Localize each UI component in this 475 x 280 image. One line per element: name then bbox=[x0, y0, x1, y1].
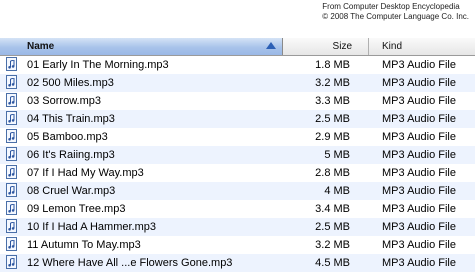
sort-ascending-icon bbox=[266, 42, 276, 49]
file-kind: MP3 Audio File bbox=[382, 221, 456, 233]
file-kind: MP3 Audio File bbox=[382, 95, 456, 107]
file-row[interactable]: 06 It's Raiing.mp3 5 MB MP3 Audio File bbox=[0, 146, 475, 164]
file-name: 02 500 Miles.mp3 bbox=[27, 77, 114, 89]
attribution-line-1: From Computer Desktop Encyclopedia bbox=[322, 2, 460, 11]
file-name: 04 This Train.mp3 bbox=[27, 113, 115, 125]
music-file-icon bbox=[6, 237, 17, 251]
attribution: From Computer Desktop Encyclopedia © 200… bbox=[322, 2, 469, 22]
file-kind: MP3 Audio File bbox=[382, 149, 456, 161]
music-file-icon bbox=[6, 165, 17, 179]
file-name: 08 Cruel War.mp3 bbox=[27, 185, 116, 197]
file-row[interactable]: 05 Bamboo.mp3 2.9 MB MP3 Audio File bbox=[0, 128, 475, 146]
column-header-size[interactable]: Size bbox=[283, 38, 369, 55]
file-row[interactable]: 12 Where Have All ...e Flowers Gone.mp3 … bbox=[0, 254, 475, 272]
file-size: 2.5 MB bbox=[315, 113, 350, 125]
file-row[interactable]: 10 If I Had A Hammer.mp3 2.5 MB MP3 Audi… bbox=[0, 218, 475, 236]
file-rows: 01 Early In The Morning.mp3 1.8 MB MP3 A… bbox=[0, 56, 475, 272]
file-name: 03 Sorrow.mp3 bbox=[27, 95, 101, 107]
file-name: 01 Early In The Morning.mp3 bbox=[27, 59, 169, 71]
file-size: 3.2 MB bbox=[315, 77, 350, 89]
column-header-kind-label: Kind bbox=[382, 41, 403, 52]
file-kind: MP3 Audio File bbox=[382, 185, 456, 197]
file-name: 11 Autumn To May.mp3 bbox=[27, 239, 141, 251]
file-row[interactable]: 04 This Train.mp3 2.5 MB MP3 Audio File bbox=[0, 110, 475, 128]
file-size: 1.8 MB bbox=[315, 59, 350, 71]
file-kind: MP3 Audio File bbox=[382, 131, 456, 143]
file-name: 12 Where Have All ...e Flowers Gone.mp3 bbox=[27, 257, 233, 269]
column-header-name-label: Name bbox=[27, 41, 55, 52]
file-size: 2.8 MB bbox=[315, 167, 350, 179]
file-row[interactable]: 08 Cruel War.mp3 4 MB MP3 Audio File bbox=[0, 182, 475, 200]
file-kind: MP3 Audio File bbox=[382, 77, 456, 89]
file-list-view: Name Size Kind 01 Early In The Morning.m… bbox=[0, 38, 475, 280]
file-size: 3.2 MB bbox=[315, 239, 350, 251]
music-file-icon bbox=[6, 219, 17, 233]
music-file-icon bbox=[6, 93, 17, 107]
file-row[interactable]: 07 If I Had My Way.mp3 2.8 MB MP3 Audio … bbox=[0, 164, 475, 182]
file-name: 09 Lemon Tree.mp3 bbox=[27, 203, 126, 215]
file-name: 07 If I Had My Way.mp3 bbox=[27, 167, 144, 179]
music-file-icon bbox=[6, 111, 17, 125]
file-size: 4 MB bbox=[324, 185, 350, 197]
file-size: 2.9 MB bbox=[315, 131, 350, 143]
file-size: 4.5 MB bbox=[315, 257, 350, 269]
column-header-size-label: Size bbox=[332, 41, 352, 52]
file-size: 3.4 MB bbox=[315, 203, 350, 215]
file-row[interactable]: 09 Lemon Tree.mp3 3.4 MB MP3 Audio File bbox=[0, 200, 475, 218]
column-header-bar: Name Size Kind bbox=[0, 38, 475, 56]
file-row[interactable]: 03 Sorrow.mp3 3.3 MB MP3 Audio File bbox=[0, 92, 475, 110]
file-kind: MP3 Audio File bbox=[382, 167, 456, 179]
file-name: 06 It's Raiing.mp3 bbox=[27, 149, 115, 161]
attribution-line-2: © 2008 The Computer Language Co. Inc. bbox=[322, 12, 469, 21]
music-file-icon bbox=[6, 255, 17, 269]
file-kind: MP3 Audio File bbox=[382, 257, 456, 269]
music-file-icon bbox=[6, 129, 17, 143]
file-kind: MP3 Audio File bbox=[382, 239, 456, 251]
file-row[interactable]: 01 Early In The Morning.mp3 1.8 MB MP3 A… bbox=[0, 56, 475, 74]
file-name: 05 Bamboo.mp3 bbox=[27, 131, 108, 143]
music-file-icon bbox=[6, 201, 17, 215]
file-size: 2.5 MB bbox=[315, 221, 350, 233]
file-kind: MP3 Audio File bbox=[382, 59, 456, 71]
file-size: 5 MB bbox=[324, 149, 350, 161]
file-kind: MP3 Audio File bbox=[382, 203, 456, 215]
file-kind: MP3 Audio File bbox=[382, 113, 456, 125]
file-row[interactable]: 11 Autumn To May.mp3 3.2 MB MP3 Audio Fi… bbox=[0, 236, 475, 254]
file-row[interactable]: 02 500 Miles.mp3 3.2 MB MP3 Audio File bbox=[0, 74, 475, 92]
music-file-icon bbox=[6, 57, 17, 71]
music-file-icon bbox=[6, 147, 17, 161]
column-header-name[interactable]: Name bbox=[0, 38, 283, 55]
music-file-icon bbox=[6, 75, 17, 89]
column-header-kind[interactable]: Kind bbox=[369, 38, 475, 55]
file-size: 3.3 MB bbox=[315, 95, 350, 107]
file-name: 10 If I Had A Hammer.mp3 bbox=[27, 221, 157, 233]
music-file-icon bbox=[6, 183, 17, 197]
